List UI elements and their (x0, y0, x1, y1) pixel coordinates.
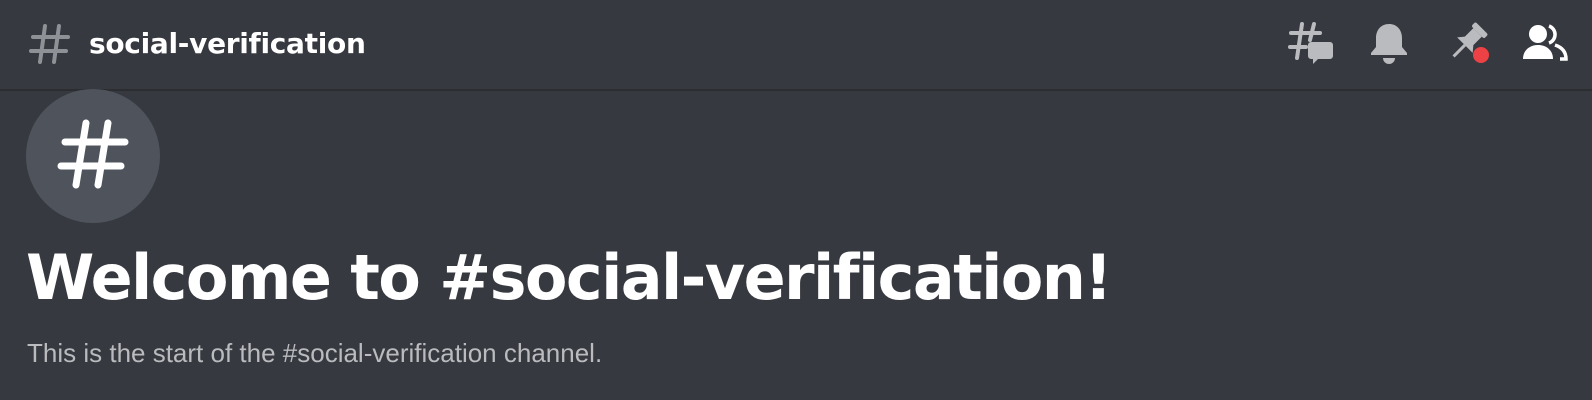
hash-icon (28, 22, 72, 66)
notification-settings-button[interactable] (1364, 20, 1414, 70)
hash-icon (55, 116, 131, 196)
welcome-title: Welcome to #social-verification! (26, 241, 1113, 314)
threads-button[interactable] (1286, 20, 1336, 70)
welcome-subtitle: This is the start of the #social-verific… (27, 338, 603, 368)
channel-avatar (26, 89, 160, 223)
member-list-icon (1522, 23, 1568, 67)
pinned-messages-button[interactable] (1442, 20, 1492, 70)
channel-toolbar (1258, 20, 1570, 70)
notification-bell-icon (1369, 22, 1409, 68)
pinned-messages-icon (1444, 20, 1490, 70)
pin-badge (1473, 47, 1489, 63)
threads-icon (1288, 20, 1334, 70)
channel-header: social-verification (0, 0, 1592, 91)
member-list-button[interactable] (1520, 20, 1570, 70)
channel-welcome: Welcome to #social-verification! This is… (0, 89, 1592, 400)
channel-title: social-verification (89, 27, 366, 60)
